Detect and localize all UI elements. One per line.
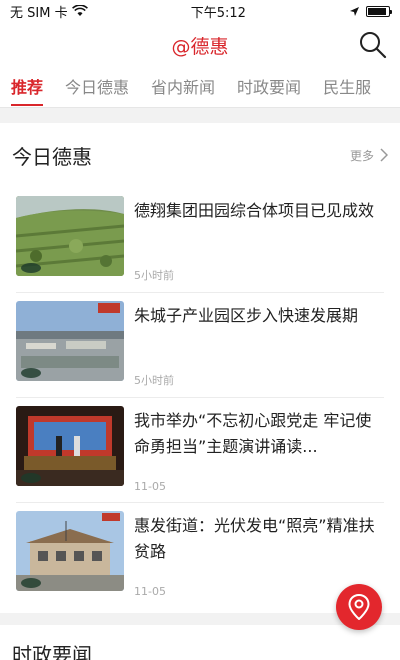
page-title: @德惠 (171, 35, 229, 58)
news-item[interactable]: 朱城子产业园区步入快速发展期 5小时前 (0, 292, 400, 397)
news-body: 惠发街道：光伏发电“照亮”精准扶贫路 11-05 (134, 511, 384, 598)
section-political-header: 时政要闻 (0, 625, 400, 660)
nav-bar: @德惠 (0, 22, 400, 68)
news-title: 我市举办“不忘初心跟党走 牢记使命勇担当”主题演讲诵读... (134, 411, 372, 456)
location-fab-button[interactable] (336, 584, 382, 630)
more-label: 更多 (349, 148, 374, 163)
news-thumbnail (16, 511, 124, 591)
news-title: 朱城子产业园区步入快速发展期 (134, 306, 359, 325)
battery-icon (366, 5, 392, 17)
news-title: 惠发街道：光伏发电“照亮”精准扶贫路 (134, 516, 375, 561)
news-thumbnail (16, 196, 124, 276)
search-button[interactable] (358, 30, 388, 60)
channel-tabs: 推荐 今日德惠 省内新闻 时政要闻 民生服 (0, 68, 400, 108)
tab-recommend[interactable]: 推荐 (0, 68, 54, 107)
status-time: 下午5:12 (190, 5, 246, 21)
search-icon (360, 32, 387, 59)
wifi-icon (71, 5, 88, 16)
news-item[interactable]: 惠发街道：光伏发电“照亮”精准扶贫路 11-05 (0, 502, 400, 607)
map-pin-icon (348, 594, 370, 620)
news-item[interactable]: 德翔集团田园综合体项目已见成效 5小时前 (0, 187, 400, 292)
status-bar: 无 SIM 卡 下午5:12 (0, 0, 400, 22)
status-right (349, 5, 392, 17)
chevron-right-icon (380, 148, 388, 162)
news-time: 5小时前 (134, 269, 174, 282)
news-title: 德翔集团田园综合体项目已见成效 (134, 201, 375, 220)
news-time: 11-05 (134, 480, 166, 493)
section-title: 时政要闻 (12, 643, 92, 660)
section-header: 今日德惠 更多 (0, 123, 400, 187)
news-body: 德翔集团田园综合体项目已见成效 5小时前 (134, 196, 384, 283)
app-screen: 无 SIM 卡 下午5:12 @德惠 推荐 今日德惠 省内新闻 时政要闻 民生服… (0, 0, 400, 660)
news-body: 朱城子产业园区步入快速发展期 5小时前 (134, 301, 384, 388)
tab-political-news[interactable]: 时政要闻 (226, 68, 312, 107)
more-link[interactable]: 更多 (350, 147, 388, 164)
location-arrow-icon (350, 6, 359, 16)
section-title: 今日德惠 (12, 144, 92, 169)
status-left: 无 SIM 卡 (10, 2, 88, 21)
carrier-label: 无 SIM 卡 (10, 5, 68, 21)
news-thumbnail (16, 406, 124, 486)
section-today-dehui: 今日德惠 更多 德翔集团田园综合体项目已见成效 5小时前 朱城子产业园区步入快速… (0, 123, 400, 613)
tab-today-dehui[interactable]: 今日德惠 (54, 68, 140, 107)
tab-livelihood[interactable]: 民生服 (312, 68, 382, 107)
news-item[interactable]: 我市举办“不忘初心跟党走 牢记使命勇担当”主题演讲诵读... 11-05 (0, 397, 400, 502)
news-body: 我市举办“不忘初心跟党走 牢记使命勇担当”主题演讲诵读... 11-05 (134, 406, 384, 493)
news-thumbnail (16, 301, 124, 381)
news-time: 5小时前 (134, 374, 174, 387)
tab-provincial-news[interactable]: 省内新闻 (140, 68, 226, 107)
divider-gap (0, 108, 400, 123)
